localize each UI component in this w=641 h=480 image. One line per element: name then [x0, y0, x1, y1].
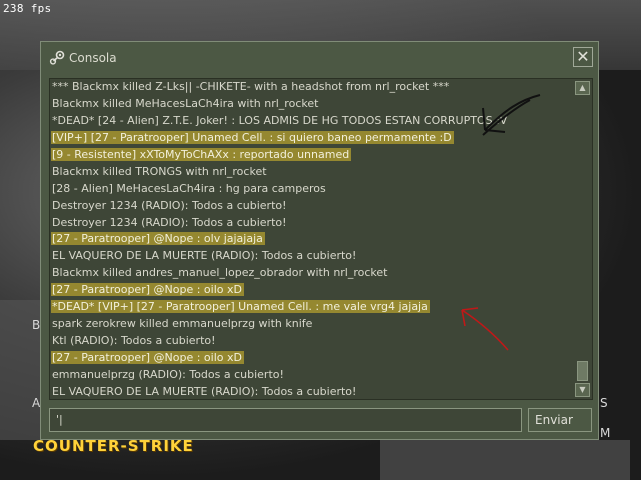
- annotation-overlay: [461, 94, 541, 351]
- red-arrow-annotation: [461, 307, 509, 351]
- black-arrow-annotation: [482, 94, 541, 136]
